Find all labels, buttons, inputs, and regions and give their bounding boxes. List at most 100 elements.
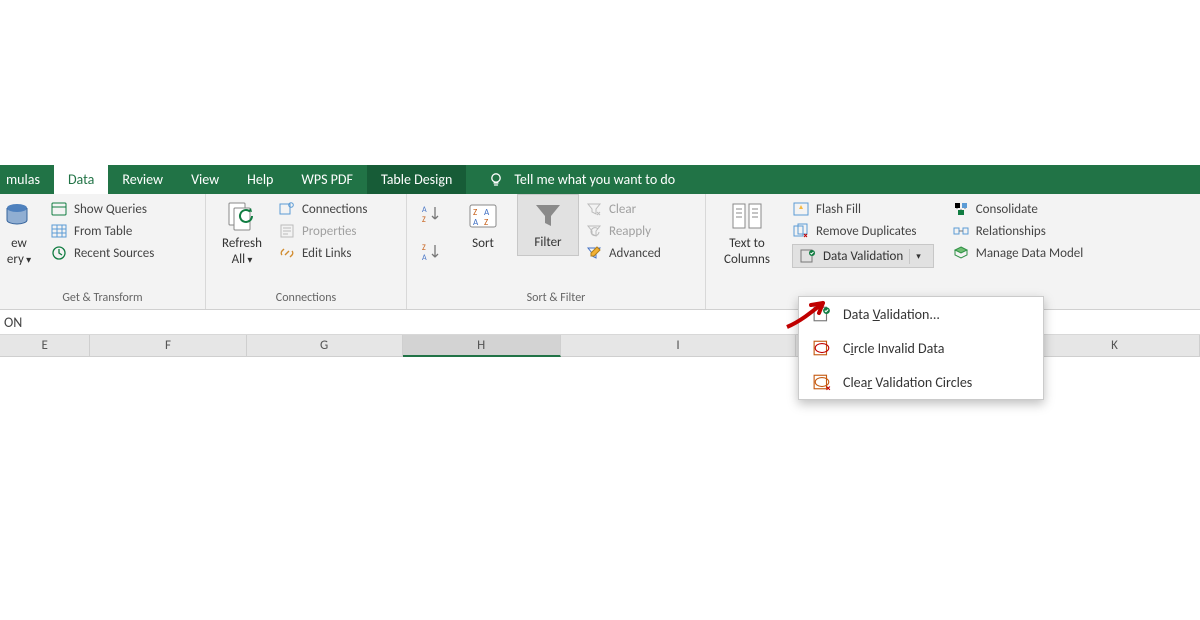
menu-data-validation-icon bbox=[813, 305, 831, 323]
clear-filter-button[interactable]: Clear bbox=[585, 200, 661, 218]
flash-fill-icon bbox=[792, 200, 810, 218]
sort-az-icon[interactable]: AZ bbox=[419, 202, 443, 226]
svg-text:Z: Z bbox=[422, 243, 426, 253]
data-validation-icon bbox=[799, 247, 817, 265]
column-header-e[interactable]: E bbox=[0, 335, 90, 357]
connections-button[interactable]: Connections bbox=[278, 200, 367, 218]
clear-filter-icon bbox=[585, 200, 603, 218]
svg-text:A: A bbox=[473, 217, 479, 228]
column-header-i[interactable]: I bbox=[561, 335, 797, 357]
data-validation-button[interactable]: Data Validation ▾ bbox=[792, 244, 934, 268]
group-label-get-transform: Get & Transform bbox=[0, 291, 205, 309]
text-to-columns-label-1: Text to bbox=[729, 236, 765, 252]
new-query-label-2: ery bbox=[7, 252, 31, 268]
from-table-button[interactable]: From Table bbox=[50, 222, 154, 240]
remove-duplicates-label: Remove Duplicates bbox=[816, 224, 917, 239]
data-validation-menu: Data Validation... Circle Invalid Data C… bbox=[798, 296, 1044, 400]
tab-help[interactable]: Help bbox=[233, 165, 287, 194]
filter-label: Filter bbox=[534, 235, 561, 251]
sort-za-icon[interactable]: ZA bbox=[419, 240, 443, 264]
column-header-g[interactable]: G bbox=[247, 335, 403, 357]
tab-review[interactable]: Review bbox=[108, 165, 177, 194]
recent-sources-button[interactable]: Recent Sources bbox=[50, 244, 154, 262]
text-to-columns-label-2: Columns bbox=[724, 252, 770, 268]
filter-button[interactable]: Filter bbox=[517, 194, 579, 256]
consolidate-button[interactable]: Consolidate bbox=[952, 200, 1084, 218]
connections-label: Connections bbox=[302, 202, 367, 217]
menu-circle-invalid-data[interactable]: Circle Invalid Data bbox=[799, 331, 1043, 365]
manage-data-model-button[interactable]: Manage Data Model bbox=[952, 244, 1084, 262]
new-query-button[interactable]: ew ery bbox=[0, 194, 46, 267]
flash-fill-button[interactable]: Flash Fill bbox=[792, 200, 934, 218]
refresh-icon bbox=[226, 200, 258, 232]
menu-circle-invalid-label: Circle Invalid Data bbox=[843, 340, 944, 357]
reapply-label: Reapply bbox=[609, 224, 651, 239]
refresh-all-button[interactable]: Refresh All bbox=[206, 194, 278, 267]
data-validation-label: Data Validation bbox=[823, 249, 903, 264]
edit-links-button[interactable]: Edit Links bbox=[278, 244, 367, 262]
refresh-label-1: Refresh bbox=[222, 236, 262, 252]
column-header-h[interactable]: H bbox=[403, 335, 561, 357]
formula-bar-value: ON bbox=[4, 314, 22, 331]
clear-filter-label: Clear bbox=[609, 202, 636, 217]
column-header-k[interactable]: K bbox=[1030, 335, 1200, 357]
data-validation-dropdown-caret[interactable]: ▾ bbox=[909, 249, 927, 264]
advanced-filter-label: Advanced bbox=[609, 246, 661, 261]
menu-clear-circles-label: Clear Validation Circles bbox=[843, 374, 972, 391]
group-sort-filter: AZ ZA ZAAZ Sort Filter bbox=[407, 194, 706, 309]
consolidate-label: Consolidate bbox=[976, 202, 1038, 217]
consolidate-icon bbox=[952, 200, 970, 218]
remove-duplicates-icon bbox=[792, 222, 810, 240]
menu-clear-circles-icon bbox=[813, 373, 831, 391]
menu-clear-validation-circles[interactable]: Clear Validation Circles bbox=[799, 365, 1043, 399]
show-queries-button[interactable]: Show Queries bbox=[50, 200, 154, 218]
recent-sources-icon bbox=[50, 244, 68, 262]
text-to-columns-button[interactable]: Text to Columns bbox=[706, 194, 788, 267]
filter-icon bbox=[532, 199, 564, 231]
menu-data-validation-label: Data Validation... bbox=[843, 306, 940, 323]
remove-duplicates-button[interactable]: Remove Duplicates bbox=[792, 222, 934, 240]
advanced-filter-button[interactable]: Advanced bbox=[585, 244, 661, 262]
sort-icon: ZAAZ bbox=[467, 200, 499, 232]
group-connections: Refresh All Connections Properties bbox=[206, 194, 407, 309]
properties-icon bbox=[278, 222, 296, 240]
tab-data[interactable]: Data bbox=[54, 165, 108, 194]
svg-text:A: A bbox=[422, 253, 427, 263]
new-query-icon bbox=[3, 200, 35, 232]
relationships-icon bbox=[952, 222, 970, 240]
sort-button[interactable]: ZAAZ Sort bbox=[449, 194, 517, 252]
group-get-transform: ew ery Show Queries From Table bbox=[0, 194, 206, 309]
properties-label: Properties bbox=[302, 224, 357, 239]
svg-text:Z: Z bbox=[422, 215, 426, 225]
manage-data-model-label: Manage Data Model bbox=[976, 246, 1084, 261]
tab-table-design[interactable]: Table Design bbox=[367, 165, 466, 194]
reapply-icon bbox=[585, 222, 603, 240]
show-queries-icon bbox=[50, 200, 68, 218]
text-to-columns-icon bbox=[731, 200, 763, 232]
new-query-label-1: ew bbox=[11, 236, 27, 252]
properties-button[interactable]: Properties bbox=[278, 222, 367, 240]
data-model-icon bbox=[952, 244, 970, 262]
sort-label: Sort bbox=[472, 236, 494, 252]
svg-text:A: A bbox=[422, 205, 427, 215]
menu-data-validation[interactable]: Data Validation... bbox=[799, 297, 1043, 331]
advanced-filter-icon bbox=[585, 244, 603, 262]
reapply-filter-button[interactable]: Reapply bbox=[585, 222, 661, 240]
recent-sources-label: Recent Sources bbox=[74, 246, 154, 261]
tab-wps-pdf[interactable]: WPS PDF bbox=[287, 165, 367, 194]
group-data-tools: Text to Columns Flash Fill Remove Duplic… bbox=[706, 194, 1200, 309]
ribbon-tabs: mulas Data Review View Help WPS PDF Tabl… bbox=[0, 165, 1200, 194]
edit-links-icon bbox=[278, 244, 296, 262]
group-label-sort-filter: Sort & Filter bbox=[407, 291, 705, 309]
lightbulb-icon bbox=[488, 172, 504, 188]
relationships-button[interactable]: Relationships bbox=[952, 222, 1084, 240]
group-label-connections: Connections bbox=[206, 291, 406, 309]
column-header-f[interactable]: F bbox=[90, 335, 246, 357]
edit-links-label: Edit Links bbox=[302, 246, 351, 261]
tell-me-text: Tell me what you want to do bbox=[514, 171, 675, 188]
relationships-label: Relationships bbox=[976, 224, 1046, 239]
tab-formulas-partial[interactable]: mulas bbox=[0, 165, 54, 194]
from-table-icon bbox=[50, 222, 68, 240]
tell-me-box[interactable]: Tell me what you want to do bbox=[466, 165, 675, 194]
tab-view[interactable]: View bbox=[177, 165, 233, 194]
